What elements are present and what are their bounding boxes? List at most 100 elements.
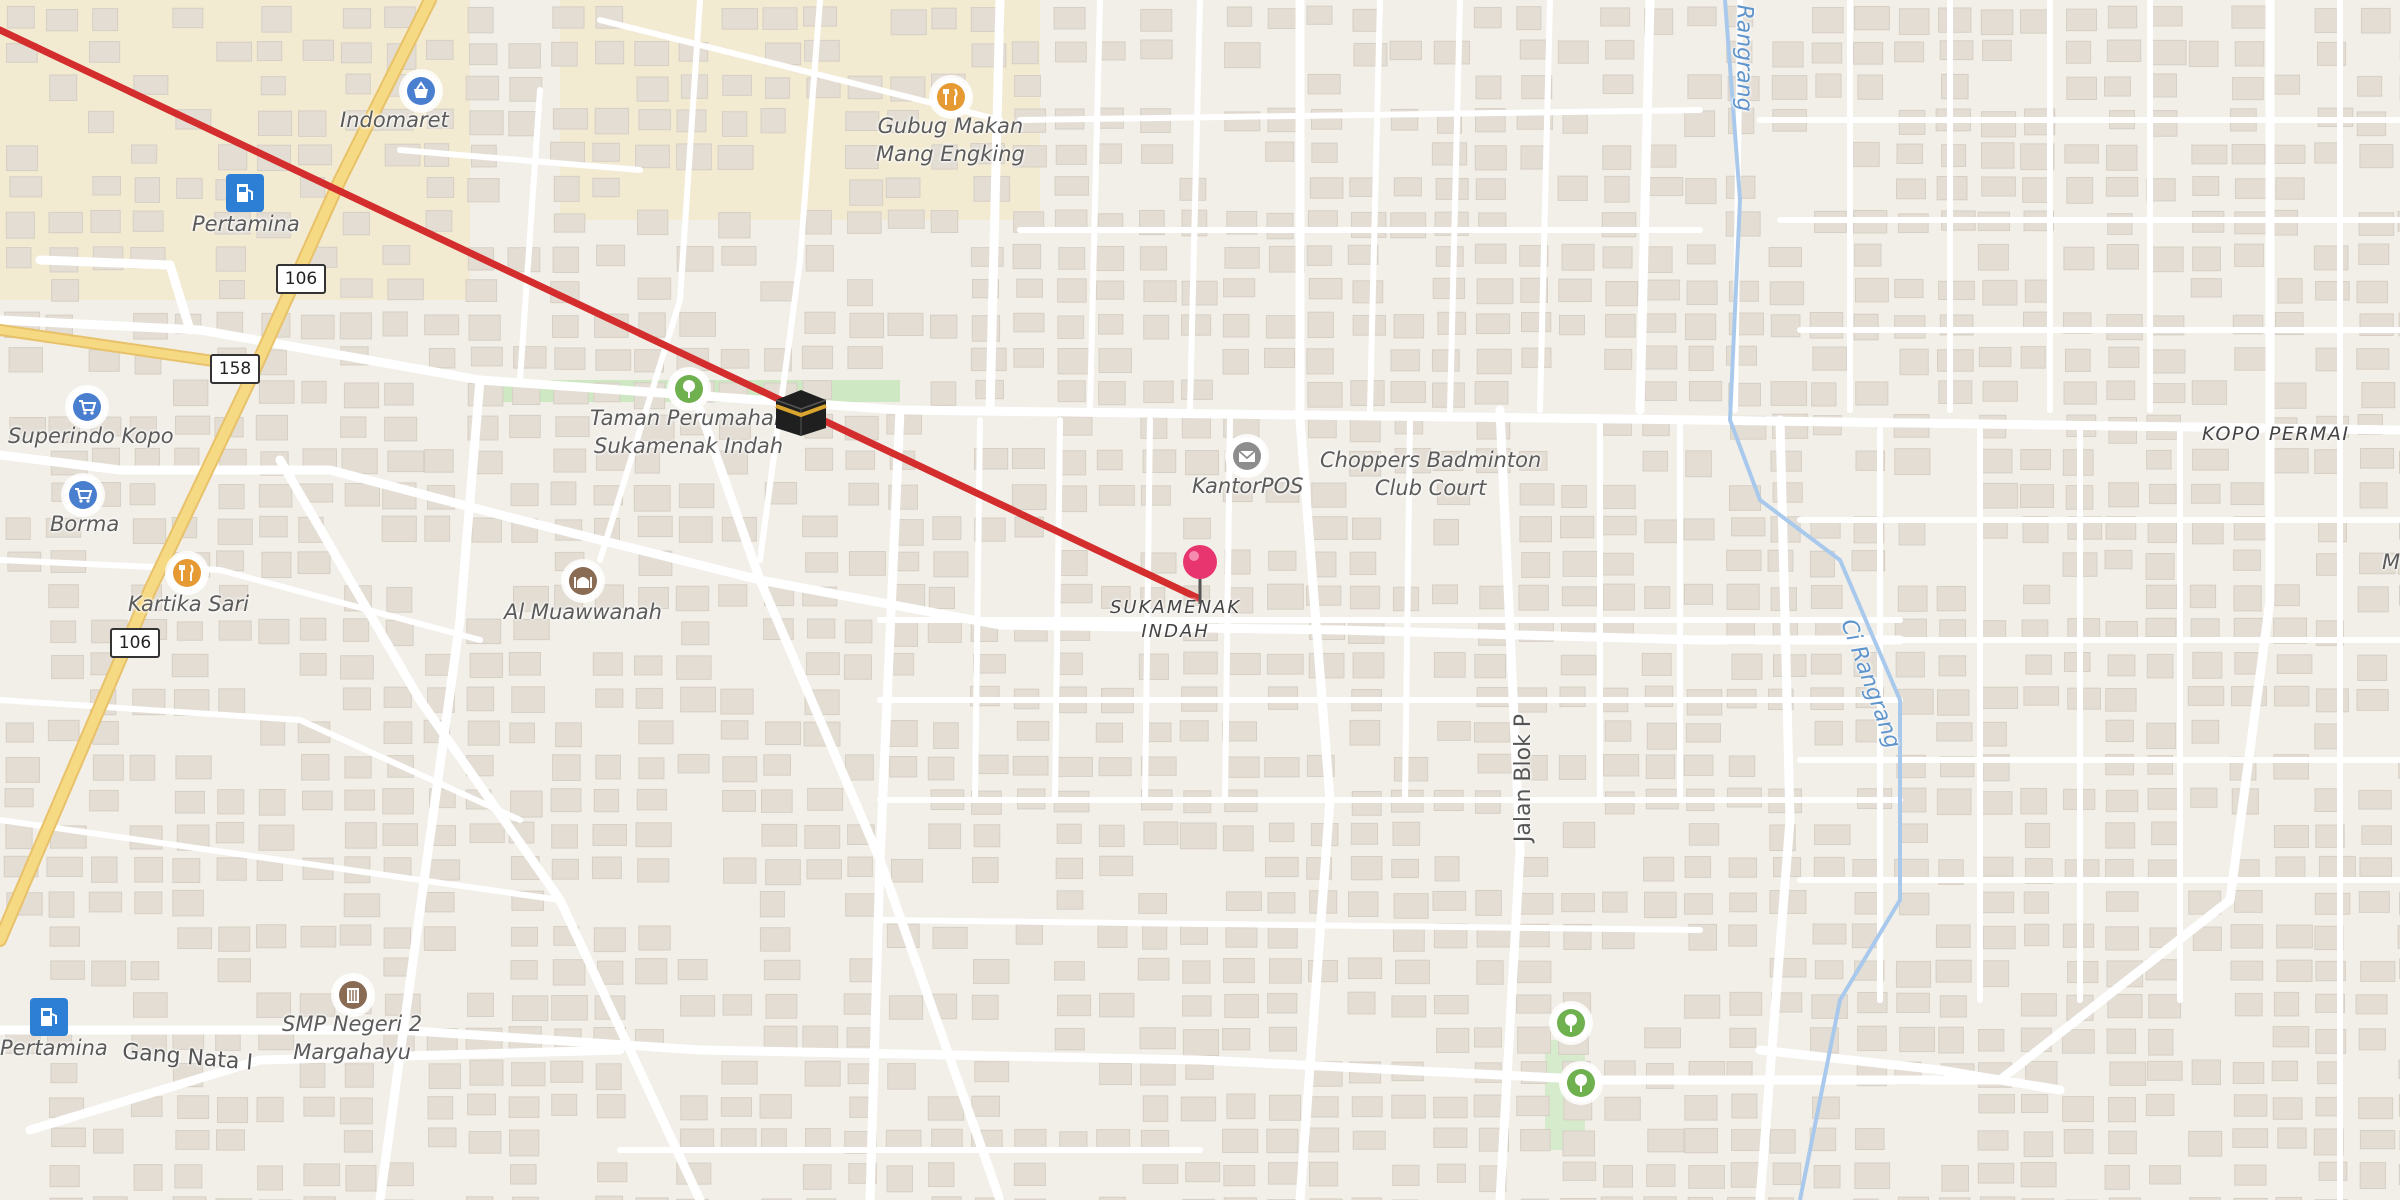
building — [1268, 1026, 1297, 1052]
mosque-icon[interactable] — [564, 562, 602, 600]
building — [2150, 39, 2187, 66]
building — [258, 618, 290, 645]
building — [2359, 857, 2393, 877]
building — [681, 621, 710, 646]
building — [635, 822, 672, 848]
park-tree-icon[interactable] — [1562, 1064, 1600, 1102]
location-pin-icon[interactable] — [1180, 542, 1220, 606]
building — [2359, 1130, 2396, 1150]
building — [1731, 517, 1766, 537]
building — [1814, 960, 1844, 980]
building — [1728, 857, 1758, 878]
poi-label-pertamina[interactable]: Pertamina — [192, 210, 300, 238]
building — [1433, 40, 1471, 65]
road-shield-106: 106 — [110, 628, 160, 658]
building — [760, 789, 793, 813]
building — [299, 617, 327, 641]
building — [1687, 74, 1722, 99]
building — [2146, 1060, 2183, 1081]
building — [1180, 1096, 1217, 1122]
building — [718, 212, 751, 239]
building — [551, 824, 578, 849]
poi-label-kantorpos[interactable]: KantorPOS — [1192, 472, 1303, 500]
building — [1476, 278, 1514, 305]
building — [1183, 517, 1211, 540]
building — [1143, 380, 1174, 404]
restaurant-icon[interactable] — [168, 554, 206, 592]
building — [1054, 961, 1085, 981]
shopping-cart-icon[interactable] — [64, 476, 102, 514]
building — [801, 345, 834, 370]
building — [88, 349, 120, 372]
building — [1855, 1128, 1885, 1151]
poi-label-al-muawwanah[interactable]: Al Muawwanah — [504, 598, 662, 626]
building — [2065, 40, 2092, 64]
building — [973, 824, 1001, 848]
building — [1815, 73, 1842, 98]
building — [2234, 347, 2268, 371]
building — [2272, 1026, 2310, 1048]
building — [550, 141, 585, 163]
poi-label-taman-perumahan[interactable]: Taman Perumahan Sukamenak Indah — [590, 404, 787, 460]
fuel-pump-icon[interactable] — [226, 174, 264, 212]
building — [1935, 959, 1972, 983]
building — [1604, 720, 1632, 742]
poi-label-gubug-makan[interactable]: Gubug Makan Mang Engking — [876, 112, 1025, 168]
poi-label-kartika-sari[interactable]: Kartika Sari — [128, 590, 249, 618]
river-label-rangrang: Rangrang — [1731, 4, 1757, 112]
building — [2145, 584, 2178, 610]
kaaba-icon[interactable] — [772, 382, 830, 440]
building — [1308, 1127, 1340, 1153]
poi-label-smp-negeri[interactable]: SMP Negeri 2 Margahayu — [282, 1010, 422, 1066]
building — [759, 891, 785, 918]
building — [91, 856, 118, 883]
building — [509, 1164, 537, 1185]
building — [1473, 722, 1511, 743]
park-tree-icon[interactable] — [1552, 1004, 1590, 1042]
building — [6, 247, 32, 269]
building — [49, 1165, 80, 1188]
school-icon[interactable] — [334, 976, 372, 1014]
shopping-cart-icon[interactable] — [68, 388, 106, 426]
poi-label-choppers[interactable]: Choppers Badminton Club Court — [1320, 446, 1541, 502]
building — [1894, 41, 1925, 63]
building — [592, 652, 623, 676]
building — [1265, 141, 1295, 162]
building — [1731, 653, 1763, 680]
building — [510, 790, 543, 818]
map-canvas[interactable]: 106 158 106 Indomaret Pertamina Superind… — [0, 0, 2400, 1200]
park-tree-icon[interactable] — [670, 370, 708, 408]
building — [175, 1130, 210, 1150]
fuel-pump-icon[interactable] — [30, 998, 68, 1036]
building — [1521, 552, 1551, 578]
shopping-basket-icon[interactable] — [402, 72, 440, 110]
building — [1642, 345, 1678, 370]
building — [1268, 1094, 1302, 1121]
poi-label-indomaret[interactable]: Indomaret — [340, 106, 449, 134]
building — [2358, 243, 2390, 265]
poi-label-borma[interactable]: Borma — [50, 510, 119, 538]
building — [2106, 243, 2139, 270]
building — [342, 687, 372, 711]
building — [2191, 719, 2220, 744]
building — [1057, 994, 1092, 1017]
poi-label-pertamina-bottom[interactable]: Pertamina — [0, 1034, 108, 1062]
building — [2192, 651, 2223, 679]
building — [344, 483, 381, 507]
restaurant-icon[interactable] — [932, 78, 970, 116]
building — [49, 926, 80, 947]
building — [298, 110, 327, 137]
building — [1431, 142, 1468, 166]
building — [1936, 788, 1972, 816]
building — [2233, 549, 2261, 571]
post-office-icon[interactable] — [1228, 437, 1266, 475]
building — [1434, 856, 1460, 882]
poi-label-superindo[interactable]: Superindo Kopo — [8, 422, 174, 450]
building — [760, 281, 796, 302]
building — [1392, 821, 1421, 846]
building — [2190, 618, 2220, 640]
building — [1224, 652, 1261, 675]
building — [1013, 312, 1045, 333]
taman-line1: Taman Perumahan — [590, 406, 788, 430]
building — [973, 959, 1010, 985]
